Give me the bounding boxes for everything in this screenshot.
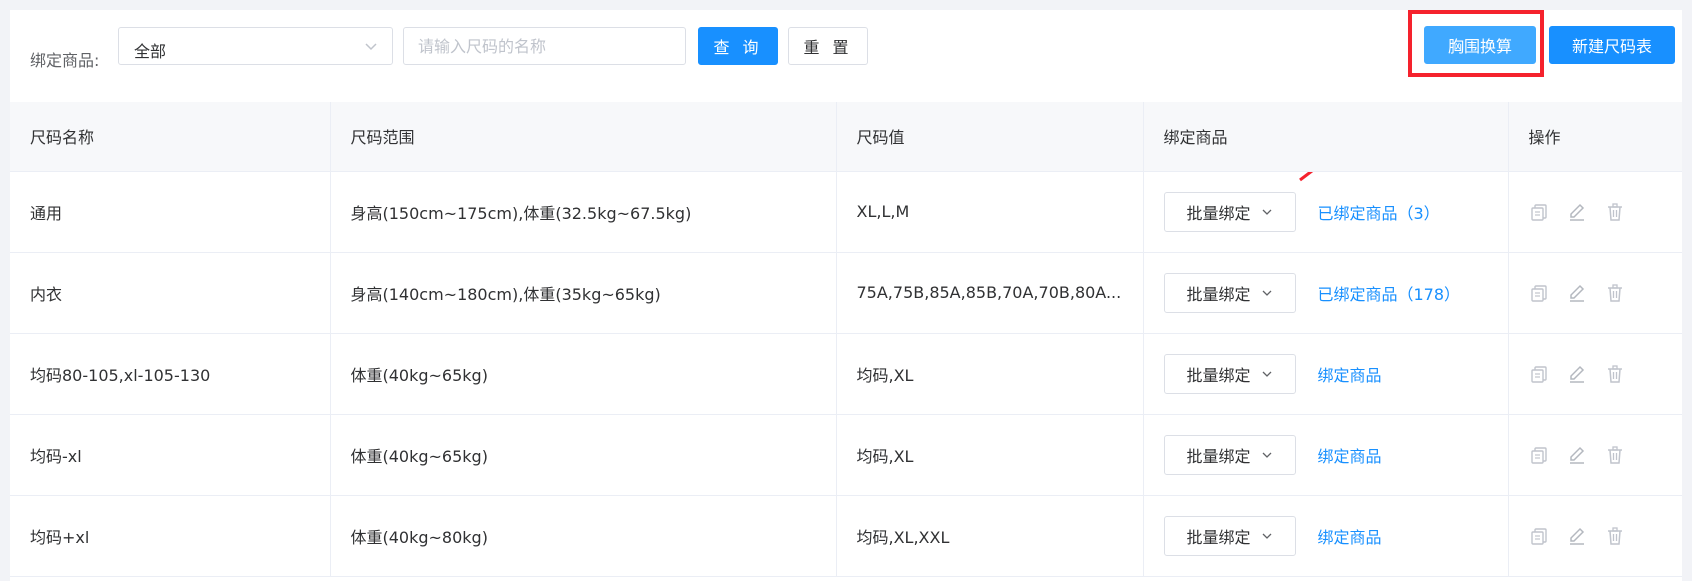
batch-bind-label: 批量绑定 (1186, 527, 1251, 547)
batch-bind-label: 批量绑定 (1186, 365, 1251, 385)
batch-bind-dropdown[interactable]: 批量绑定 (1163, 191, 1296, 232)
bind-product-select-value: 全部 (134, 42, 167, 61)
chevron-down-icon (1262, 371, 1271, 377)
main-panel: 绑定商品: 全部 查 询 重 置 胸围换算 新建尺码表 尺码名称 尺码范围 尺码… (10, 10, 1682, 581)
cell-size-name: 均码+xl (10, 495, 331, 577)
delete-icon[interactable] (1605, 445, 1625, 465)
cell-size-values: XL,L,M (836, 171, 1144, 253)
copy-icon[interactable] (1529, 445, 1549, 465)
table-row: 均码+xl 体重(40kg~80kg) 均码,XL,XXL 批量绑定 绑定商品 (10, 495, 1682, 577)
cell-bind-product: 批量绑定 绑定商品 (1143, 414, 1509, 496)
cell-size-name: 通用 (10, 171, 331, 253)
header-size-range: 尺码范围 (330, 102, 837, 172)
edit-icon[interactable] (1567, 364, 1587, 384)
cell-bind-product: 批量绑定 已绑定商品（178） (1143, 252, 1509, 334)
cell-size-range: 身高(140cm~180cm),体重(35kg~65kg) (330, 252, 837, 334)
delete-icon[interactable] (1605, 364, 1625, 384)
size-name-search-input[interactable] (403, 27, 686, 65)
copy-icon[interactable] (1529, 526, 1549, 546)
cell-size-values: 75A,75B,85A,85B,70A,70B,80A... (836, 252, 1144, 334)
cell-actions (1508, 252, 1682, 334)
edit-icon[interactable] (1567, 283, 1587, 303)
cell-size-values: 均码,XL (836, 333, 1144, 415)
cell-size-values: 均码,XL,XXL (836, 495, 1144, 577)
edit-icon[interactable] (1567, 445, 1587, 465)
bind-product-filter-label: 绑定商品: (30, 51, 100, 70)
cell-size-range: 体重(40kg~80kg) (330, 495, 837, 577)
delete-icon[interactable] (1605, 202, 1625, 222)
annotation-highlight-box (1408, 10, 1544, 77)
chevron-down-icon (1262, 209, 1271, 215)
delete-icon[interactable] (1605, 526, 1625, 546)
header-actions: 操作 (1508, 102, 1682, 172)
cell-size-range: 体重(40kg~65kg) (330, 414, 837, 496)
edit-icon[interactable] (1567, 526, 1587, 546)
copy-icon[interactable] (1529, 364, 1549, 384)
bound-products-link[interactable]: 已绑定商品（178） (1318, 281, 1461, 305)
cell-bind-product: 批量绑定 绑定商品 (1143, 495, 1509, 577)
cell-size-range: 身高(150cm~175cm),体重(32.5kg~67.5kg) (330, 171, 837, 253)
batch-bind-dropdown[interactable]: 批量绑定 (1163, 353, 1296, 394)
bound-products-link[interactable]: 绑定商品 (1318, 443, 1382, 467)
cell-size-values: 均码,XL (836, 414, 1144, 496)
bound-products-link[interactable]: 绑定商品 (1318, 524, 1382, 548)
table-row: 内衣 身高(140cm~180cm),体重(35kg~65kg) 75A,75B,8… (10, 252, 1682, 334)
header-size-values: 尺码值 (836, 102, 1144, 172)
cell-bind-product: 批量绑定 已绑定商品（3） (1143, 171, 1509, 253)
reset-button[interactable]: 重 置 (788, 27, 868, 65)
batch-bind-dropdown[interactable]: 批量绑定 (1163, 272, 1296, 313)
batch-bind-dropdown[interactable]: 批量绑定 (1163, 515, 1296, 556)
batch-bind-label: 批量绑定 (1186, 284, 1251, 304)
copy-icon[interactable] (1529, 283, 1549, 303)
cell-size-name: 内衣 (10, 252, 331, 334)
bind-product-select[interactable]: 全部 (118, 27, 393, 65)
toolbar: 绑定商品: 全部 查 询 重 置 胸围换算 新建尺码表 (10, 10, 1682, 102)
header-size-name: 尺码名称 (10, 102, 331, 172)
bound-products-link[interactable]: 已绑定商品（3） (1318, 200, 1440, 224)
cell-actions (1508, 414, 1682, 496)
new-size-chart-button[interactable]: 新建尺码表 (1549, 26, 1675, 64)
cell-size-range: 体重(40kg~65kg) (330, 333, 837, 415)
header-bind-product: 绑定商品 (1143, 102, 1509, 172)
cell-actions (1508, 333, 1682, 415)
size-chart-table: 尺码名称 尺码范围 尺码值 绑定商品 操作 通用 身高(150cm~175cm),… (10, 102, 1682, 577)
table-header-row: 尺码名称 尺码范围 尺码值 绑定商品 操作 (10, 102, 1682, 172)
chevron-down-icon (365, 43, 377, 51)
query-button[interactable]: 查 询 (698, 27, 778, 65)
delete-icon[interactable] (1605, 283, 1625, 303)
cell-size-name: 均码80-105,xl-105-130 (10, 333, 331, 415)
copy-icon[interactable] (1529, 202, 1549, 222)
table-row: 均码-xl 体重(40kg~65kg) 均码,XL 批量绑定 绑定商品 (10, 414, 1682, 496)
chevron-down-icon (1262, 452, 1271, 458)
cell-bind-product: 批量绑定 绑定商品 (1143, 333, 1509, 415)
cell-actions (1508, 171, 1682, 253)
bound-products-link[interactable]: 绑定商品 (1318, 362, 1382, 386)
edit-icon[interactable] (1567, 202, 1587, 222)
batch-bind-label: 批量绑定 (1186, 446, 1251, 466)
cell-size-name: 均码-xl (10, 414, 331, 496)
chevron-down-icon (1262, 533, 1271, 539)
batch-bind-dropdown[interactable]: 批量绑定 (1163, 434, 1296, 475)
batch-bind-label: 批量绑定 (1186, 203, 1251, 223)
chevron-down-icon (1262, 290, 1271, 296)
cell-actions (1508, 495, 1682, 577)
table-row: 通用 身高(150cm~175cm),体重(32.5kg~67.5kg) XL,L,… (10, 171, 1682, 253)
table-row: 均码80-105,xl-105-130 体重(40kg~65kg) 均码,XL 批量绑… (10, 333, 1682, 415)
